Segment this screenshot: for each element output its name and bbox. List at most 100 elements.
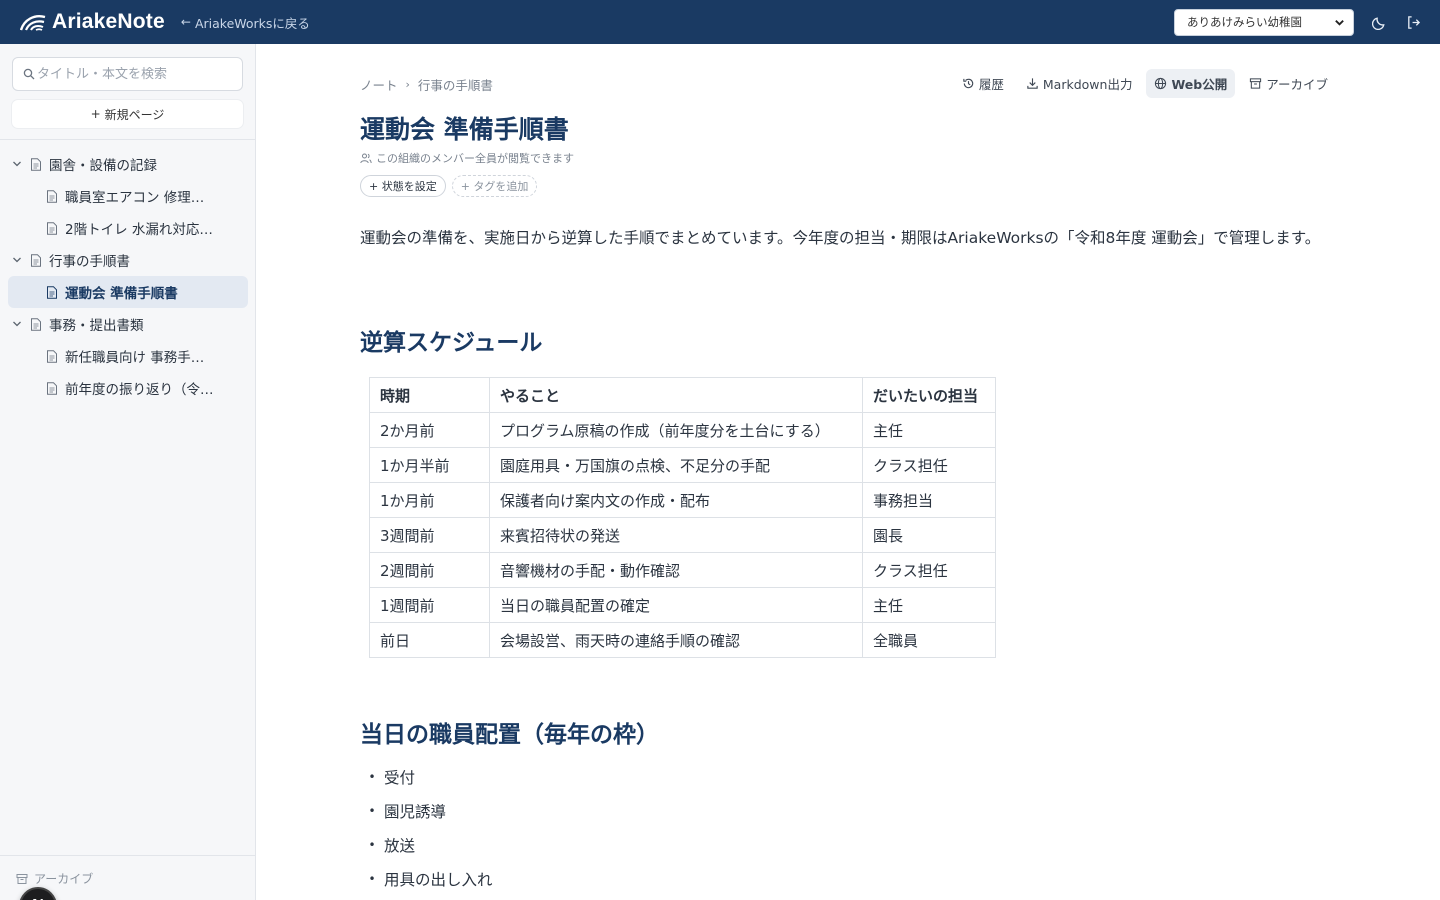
history-button[interactable]: 履歴: [954, 69, 1012, 98]
tree-item-new-staff-guide[interactable]: 新任職員向け 事務手…: [0, 340, 256, 372]
tree-item-toilet-leak[interactable]: 2階トイレ 水漏れ対応…: [0, 212, 256, 244]
list-item: • 用具の出し入れ: [360, 862, 492, 896]
table-cell: 主任: [862, 587, 996, 623]
table-cell: 園庭用具・万国旗の点検、不足分の手配: [489, 447, 863, 483]
chevron-right-icon: ›: [405, 78, 410, 91]
breadcrumb-item-events[interactable]: 行事の手順書: [418, 75, 493, 94]
list-item: • 受付: [360, 760, 493, 794]
chevron-down-icon[interactable]: [12, 319, 22, 329]
list-item-text: 受付: [384, 769, 416, 787]
history-label: 履歴: [978, 77, 1004, 92]
download-icon: [1027, 78, 1038, 89]
chevron-down-icon[interactable]: [12, 255, 22, 265]
table-header-cell: やること: [489, 377, 863, 413]
tree-group-office-docs[interactable]: 事務・提出書類: [0, 308, 256, 340]
floating-n-button[interactable]: N: [19, 887, 57, 900]
logout-icon: [1407, 15, 1420, 29]
page-title: 運動会 準備手順書: [360, 115, 569, 144]
table-cell: 園長: [862, 517, 996, 553]
visibility-note: この組織のメンバー全員が閲覧できます: [360, 150, 574, 166]
tree-item-aircon-repair[interactable]: 職員室エアコン 修理…: [0, 180, 256, 212]
table-row: 1か月半前 園庭用具・万国旗の点検、不足分の手配 クラス担任: [369, 447, 996, 483]
sidebar-archive-link[interactable]: アーカイブ: [16, 870, 93, 887]
sidebar-footer-divider: [0, 855, 256, 856]
table-row: 3週間前 来賓招待状の発送 園長: [369, 517, 996, 553]
wave-logo-icon: [20, 15, 46, 31]
organization-select[interactable]: ありあけみらい幼稚園: [1174, 8, 1354, 36]
bullet-icon: •: [368, 872, 376, 886]
globe-icon: [1155, 77, 1167, 90]
search-icon: [23, 68, 35, 80]
archive-label: アーカイブ: [1266, 77, 1328, 92]
breadcrumb: ノート › 行事の手順書: [360, 75, 493, 94]
web-publish-button[interactable]: Web公開: [1146, 69, 1236, 98]
bullet-icon: •: [368, 838, 376, 852]
table-cell: 音響機材の手配・動作確認: [489, 552, 863, 588]
archive-button[interactable]: アーカイブ: [1241, 69, 1336, 98]
intro-paragraph: 運動会の準備を、実施日から逆算した手順でまとめています。今年度の担当・期限はAr…: [360, 229, 1321, 247]
table-header-cell: 時期: [369, 377, 490, 413]
bullet-icon: •: [368, 770, 376, 784]
table-header-row: 時期 やること だいたいの担当: [369, 377, 996, 413]
logout-button[interactable]: [1404, 13, 1422, 31]
table-cell: 2週間前: [369, 552, 490, 588]
web-publish-label: Web公開: [1171, 77, 1228, 92]
table-cell: 2か月前: [369, 412, 490, 448]
document-icon: [31, 317, 41, 331]
table-cell: 前日: [369, 622, 490, 658]
arrow-left-icon: ←: [180, 15, 191, 29]
set-status-chip[interactable]: + 状態を設定: [360, 175, 446, 197]
main-content: ノート › 行事の手順書 履歴 Markdown出力 Web公開 アーカイブ 運…: [256, 44, 1440, 900]
document-icon: [31, 253, 41, 267]
markdown-export-label: Markdown出力: [1042, 77, 1133, 92]
search-box[interactable]: [12, 57, 243, 91]
table-cell: クラス担任: [862, 552, 996, 588]
document-icon: [47, 221, 57, 235]
archive-icon: [16, 873, 28, 884]
tree-item-sports-day[interactable]: 運動会 準備手順書: [8, 276, 248, 308]
archive-icon: [1250, 78, 1262, 89]
schedule-table: 時期 やること だいたいの担当 2か月前 プログラム原稿の作成（前年度分を土台に…: [369, 377, 996, 658]
page-tree: 園舎・設備の記録 職員室エアコン 修理… 2階トイレ 水漏れ対応… 行事の手順書…: [0, 148, 256, 404]
table-row: 2か月前 プログラム原稿の作成（前年度分を土台にする） 主任: [369, 412, 996, 448]
table-row: 2週間前 音響機材の手配・動作確認 クラス担任: [369, 552, 996, 588]
organization-select-value: ありあけみらい幼稚園: [1187, 15, 1302, 29]
document-icon: [47, 285, 57, 299]
markdown-export-button[interactable]: Markdown出力: [1018, 69, 1141, 98]
table-cell: 主任: [862, 412, 996, 448]
logo[interactable]: AriakeNote: [20, 10, 165, 34]
users-icon: [360, 153, 372, 163]
top-bar: AriakeNote ← AriakeWorksに戻る ありあけみらい幼稚園: [0, 0, 1440, 44]
document-icon: [47, 189, 57, 203]
section-heading-staff-placement: 当日の職員配置（毎年の枠）: [360, 722, 659, 748]
bullet-icon: •: [368, 804, 376, 818]
tree-group-label: 行事の手順書: [49, 254, 130, 270]
page-chips: + 状態を設定 + タグを追加: [360, 175, 538, 197]
table-row: 1か月前 保護者向け案内文の作成・配布 事務担当: [369, 482, 996, 518]
search-input[interactable]: [37, 66, 237, 82]
table-cell: 1か月半前: [369, 447, 490, 483]
tree-item-label: 職員室エアコン 修理…: [65, 190, 205, 206]
table-row: 1週間前 当日の職員配置の確定 主任: [369, 587, 996, 623]
breadcrumb-item-notes[interactable]: ノート: [360, 75, 398, 94]
dark-mode-toggle[interactable]: [1370, 13, 1388, 31]
back-to-ariakeworks-link[interactable]: ← AriakeWorksに戻る: [181, 13, 310, 32]
sidebar-archive-label: アーカイブ: [34, 872, 94, 886]
section-heading-schedule: 逆算スケジュール: [360, 330, 543, 356]
add-tag-chip[interactable]: + タグを追加: [451, 175, 538, 197]
table-cell: 事務担当: [862, 482, 996, 518]
table-cell: 来賓招待状の発送: [489, 517, 863, 553]
tree-item-label: 運動会 準備手順書: [65, 286, 178, 302]
new-page-label: 新規ページ: [104, 107, 165, 122]
tree-item-label: 新任職員向け 事務手…: [65, 350, 205, 366]
tree-item-last-year-review[interactable]: 前年度の振り返り（令…: [0, 372, 256, 404]
visibility-text: この組織のメンバー全員が閲覧できます: [376, 152, 574, 165]
chevron-down-icon[interactable]: [12, 159, 22, 169]
table-cell: プログラム原稿の作成（前年度分を土台にする）: [489, 412, 863, 448]
tree-group-events[interactable]: 行事の手順書: [0, 244, 256, 276]
tree-group-facilities[interactable]: 園舎・設備の記録: [0, 148, 256, 180]
new-page-button[interactable]: + 新規ページ: [12, 100, 243, 128]
moon-icon: [1371, 16, 1385, 30]
page-actions: 履歴 Markdown出力 Web公開 アーカイブ: [954, 69, 1336, 98]
table-cell: 1か月前: [369, 482, 490, 518]
